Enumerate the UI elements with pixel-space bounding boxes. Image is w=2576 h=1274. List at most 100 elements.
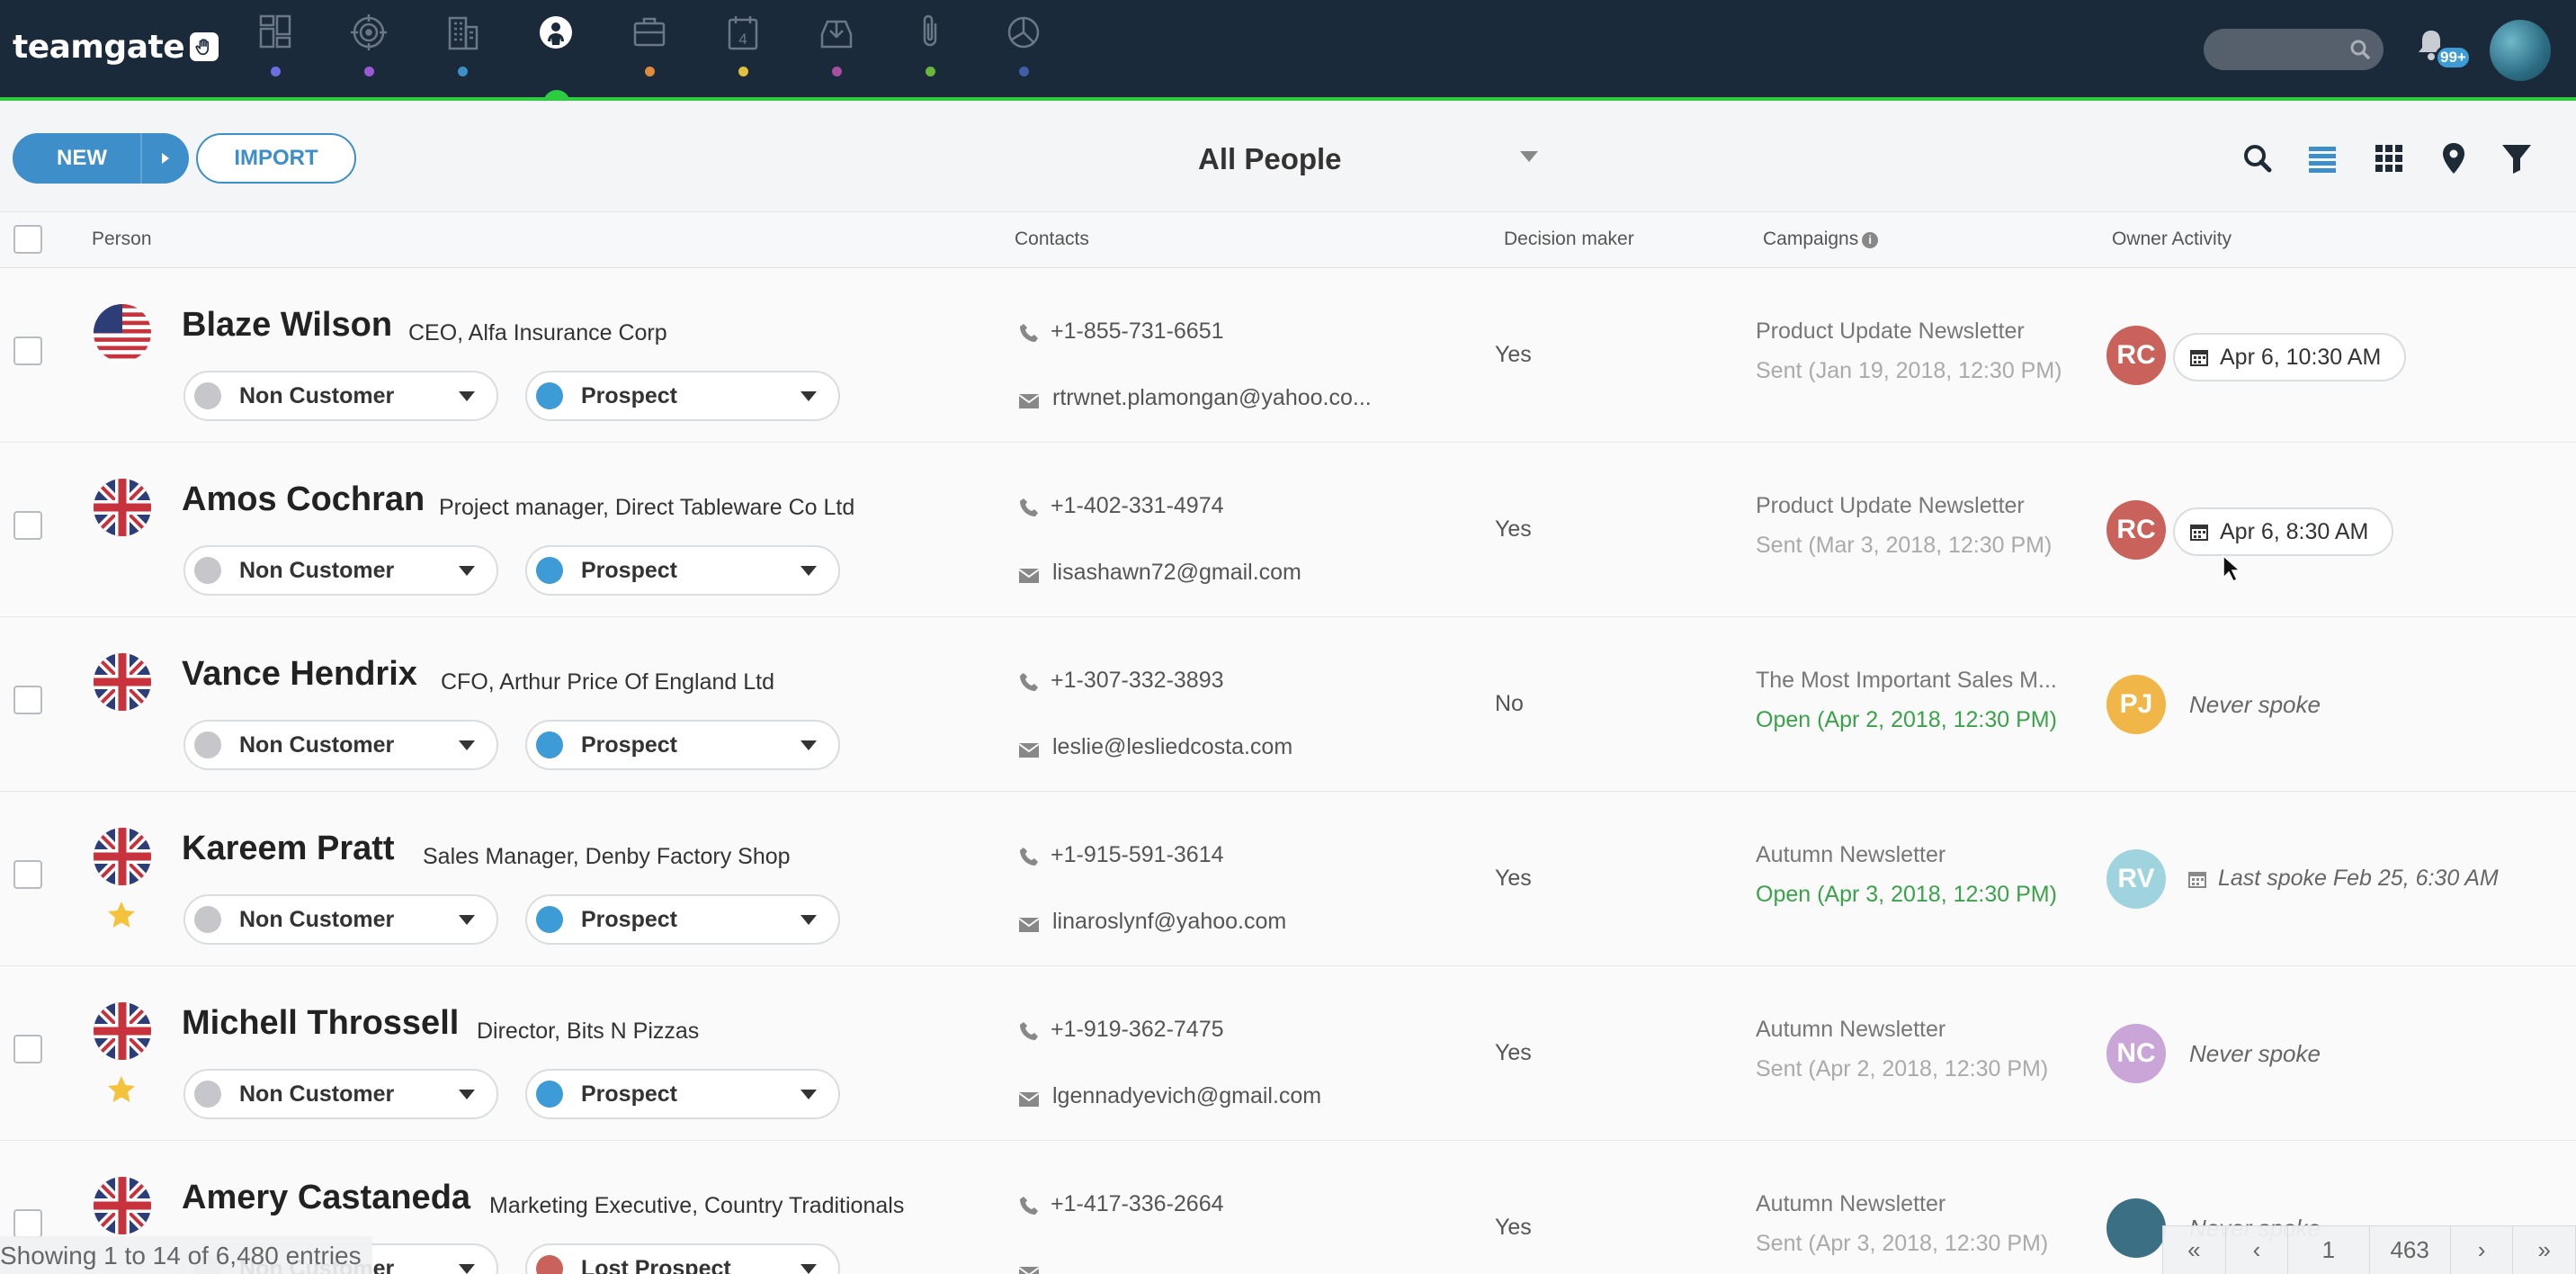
- person-name[interactable]: Michell Throssell: [182, 1004, 459, 1043]
- phone-link[interactable]: +1-915-591-3614: [1051, 842, 1224, 868]
- campaign-name[interactable]: Product Update Newsletter: [1756, 493, 2062, 519]
- next-activity-chip[interactable]: Apr 6, 10:30 AM: [2173, 333, 2407, 381]
- filter-button[interactable]: [2499, 140, 2535, 176]
- first-page-button[interactable]: «: [2163, 1226, 2226, 1274]
- person-name[interactable]: Amery Castaneda: [182, 1179, 470, 1217]
- status-dot: [194, 1081, 221, 1108]
- row-checkbox[interactable]: [13, 1209, 42, 1238]
- nav-calendar[interactable]: 4: [720, 13, 766, 77]
- person-name[interactable]: Vance Hendrix: [182, 655, 417, 694]
- row-checkbox[interactable]: [13, 860, 42, 889]
- app-logo[interactable]: teamgate: [13, 27, 219, 67]
- star-icon[interactable]: [106, 900, 137, 930]
- phone-link[interactable]: +1-307-332-3893: [1051, 668, 1224, 694]
- nav-deals[interactable]: [626, 13, 673, 77]
- stage-dropdown[interactable]: Prospect: [525, 894, 840, 945]
- user-avatar[interactable]: [2490, 20, 2551, 81]
- current-page-input[interactable]: 1: [2288, 1226, 2370, 1274]
- nav-companies[interactable]: [439, 13, 486, 77]
- phone-link[interactable]: +1-402-331-4974: [1051, 493, 1224, 519]
- customer-status-dropdown[interactable]: Non Customer: [183, 1069, 498, 1119]
- row-checkbox[interactable]: [13, 1035, 42, 1063]
- row-checkbox[interactable]: [13, 336, 42, 365]
- search-icon: [2244, 145, 2272, 173]
- email-icon: [1018, 1089, 1040, 1110]
- customer-status-dropdown[interactable]: Non Customer: [183, 371, 498, 421]
- search-button[interactable]: [2240, 140, 2276, 176]
- column-header-person[interactable]: Person: [92, 229, 152, 250]
- stage-dropdown[interactable]: Prospect: [525, 371, 840, 421]
- global-search-input[interactable]: [2204, 29, 2384, 70]
- stage-dropdown[interactable]: Prospect: [525, 1069, 840, 1119]
- campaign-name[interactable]: Autumn Newsletter: [1756, 1191, 2062, 1217]
- owner-avatar[interactable]: PJ: [2106, 675, 2166, 734]
- person-name[interactable]: Amos Cochran: [182, 480, 425, 519]
- row-checkbox[interactable]: [13, 511, 42, 540]
- caret-down-icon: [459, 565, 475, 576]
- table-row[interactable]: Kareem Pratt Sales Manager, Denby Factory…: [0, 792, 2576, 966]
- view-selector[interactable]: All People: [1160, 137, 1556, 182]
- table-row[interactable]: Vance Hendrix CFO, Arthur Price Of Englan…: [0, 617, 2576, 792]
- stage-dot: [536, 557, 563, 584]
- nav-reports[interactable]: [1000, 13, 1047, 77]
- grid-view-button[interactable]: [2371, 140, 2407, 176]
- stage-dot: [536, 1081, 563, 1108]
- caret-down-icon: [459, 1263, 475, 1274]
- campaign-name[interactable]: The Most Important Sales M...: [1756, 668, 2062, 694]
- owner-avatar[interactable]: RC: [2106, 326, 2166, 385]
- email-link[interactable]: rtrwnet.plamongan@yahoo.co...: [1052, 385, 1376, 411]
- email-link[interactable]: linaroslynf@yahoo.com: [1052, 909, 1376, 935]
- table-row[interactable]: Blaze Wilson CEO, Alfa Insurance Corp Non …: [0, 268, 2576, 443]
- phone-icon: [1018, 846, 1040, 867]
- owner-avatar[interactable]: [2106, 1198, 2166, 1258]
- person-name[interactable]: Kareem Pratt: [182, 830, 395, 868]
- stage-dropdown[interactable]: Prospect: [525, 545, 840, 596]
- nav-files[interactable]: [907, 13, 953, 77]
- map-view-button[interactable]: [2436, 140, 2472, 176]
- select-all-checkbox[interactable]: [13, 225, 42, 254]
- owner-avatar[interactable]: NC: [2106, 1024, 2166, 1083]
- info-icon[interactable]: i: [1862, 232, 1879, 248]
- calendar-icon: 4: [728, 16, 758, 50]
- list-view-button[interactable]: [2304, 140, 2340, 176]
- email-link[interactable]: leslie@lesliedcosta.com: [1052, 734, 1376, 760]
- phone-link[interactable]: +1-417-336-2664: [1051, 1191, 1224, 1217]
- stage-label: Prospect: [581, 382, 677, 408]
- nav-inbox[interactable]: [813, 13, 860, 77]
- prev-page-button[interactable]: ‹: [2226, 1226, 2289, 1274]
- nav-dashboard[interactable]: [252, 13, 299, 77]
- stage-dropdown[interactable]: Prospect: [525, 720, 840, 770]
- new-button-label: NEW: [57, 146, 107, 170]
- customer-status-dropdown[interactable]: Non Customer: [183, 720, 498, 770]
- table-row[interactable]: Michell Throssell Director, Bits N Pizzas…: [0, 966, 2576, 1141]
- customer-status-dropdown[interactable]: Non Customer: [183, 894, 498, 945]
- nav-goals[interactable]: [345, 13, 392, 77]
- last-page-button[interactable]: »: [2513, 1226, 2576, 1274]
- new-button[interactable]: NEW: [13, 133, 189, 184]
- customer-status-dropdown[interactable]: Non Customer: [183, 545, 498, 596]
- activity-text: Last spoke Feb 25, 6:30 AM: [2218, 866, 2499, 891]
- star-icon[interactable]: [106, 1074, 137, 1105]
- caret-down-icon: [459, 390, 475, 401]
- column-header-decision-maker[interactable]: Decision maker: [1504, 229, 1634, 250]
- next-activity-chip[interactable]: Apr 6, 8:30 AM: [2173, 507, 2394, 556]
- campaign-name[interactable]: Autumn Newsletter: [1756, 1017, 2062, 1043]
- owner-avatar[interactable]: RV: [2106, 849, 2166, 909]
- stage-dropdown[interactable]: Lost Prospect: [525, 1243, 840, 1274]
- owner-avatar[interactable]: RC: [2106, 500, 2166, 560]
- person-name[interactable]: Blaze Wilson: [182, 306, 392, 345]
- campaign-name[interactable]: Product Update Newsletter: [1756, 318, 2062, 345]
- table-row[interactable]: Amos Cochran Project manager, Direct Tabl…: [0, 443, 2576, 617]
- new-dropdown-arrow-icon[interactable]: [142, 151, 189, 166]
- import-button[interactable]: IMPORT: [196, 133, 356, 184]
- nav-people[interactable]: [532, 13, 579, 117]
- campaign-name[interactable]: Autumn Newsletter: [1756, 842, 2062, 868]
- phone-link[interactable]: +1-919-362-7475: [1051, 1017, 1224, 1043]
- phone-link[interactable]: +1-855-731-6651: [1051, 318, 1224, 345]
- email-link[interactable]: lisashawn72@gmail.com: [1052, 560, 1376, 586]
- notifications-button[interactable]: 99+: [2415, 27, 2472, 74]
- row-checkbox[interactable]: [13, 686, 42, 714]
- next-page-button[interactable]: ›: [2451, 1226, 2514, 1274]
- column-header-owner-activity[interactable]: Owner Activity: [2112, 229, 2232, 250]
- email-link[interactable]: lgennadyevich@gmail.com: [1052, 1083, 1376, 1109]
